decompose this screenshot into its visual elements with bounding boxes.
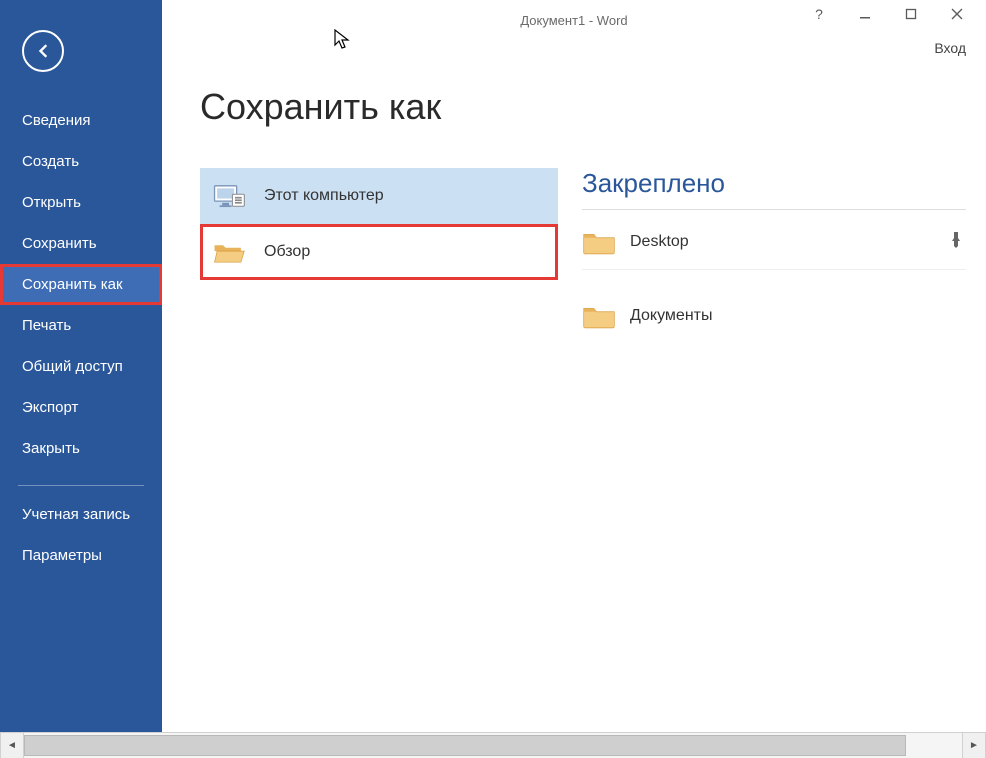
location-label: Обзор [264,243,310,261]
nav-item-save[interactable]: Сохранить [0,223,162,264]
backstage-sidebar: Сведения Создать Открыть Сохранить Сохра… [0,0,162,732]
nav-item-options[interactable]: Параметры [0,535,162,576]
back-button[interactable] [22,30,64,72]
folder-row-desktop[interactable]: Desktop [582,214,966,270]
title-bar: Документ1 - Word ? [162,0,986,40]
folder-label: Документы [630,307,936,325]
scroll-track[interactable] [24,733,962,758]
location-this-pc[interactable]: Этот компьютер [200,168,558,224]
pin-icon[interactable] [950,232,966,251]
nav-item-share[interactable]: Общий доступ [0,346,162,387]
maximize-icon [905,8,917,20]
locations-column: Этот компьютер Обзор [200,168,558,280]
nav-footer-list: Учетная запись Параметры [0,494,162,576]
folder-open-icon [212,238,246,266]
signin-link[interactable]: Вход [934,40,966,56]
minimize-button[interactable] [842,0,888,28]
pc-icon [212,182,246,210]
scroll-right-button[interactable]: ► [962,733,986,758]
location-browse[interactable]: Обзор [200,224,558,280]
arrow-left-icon [33,41,53,61]
section-header-pinned: Закреплено [582,168,966,210]
nav-list: Сведения Создать Открыть Сохранить Сохра… [0,100,162,469]
nav-item-new[interactable]: Создать [0,141,162,182]
nav-item-info[interactable]: Сведения [0,100,162,141]
nav-item-save-as[interactable]: Сохранить как [0,264,162,305]
backstage-main: Документ1 - Word ? Вход Сохранить как [162,0,986,732]
window-controls: ? [796,0,980,28]
folder-row-documents[interactable]: Документы [582,288,966,344]
window-title: Документ1 - Word [520,13,627,28]
minimize-icon [859,8,871,20]
horizontal-scrollbar[interactable]: ◄ ► [0,732,986,758]
help-button[interactable]: ? [796,0,842,28]
nav-item-export[interactable]: Экспорт [0,387,162,428]
scroll-left-button[interactable]: ◄ [0,733,24,758]
nav-item-close[interactable]: Закрыть [0,428,162,469]
folder-icon [582,302,616,330]
scroll-thumb[interactable] [24,735,906,756]
folder-label: Desktop [630,233,936,251]
page-title: Сохранить как [200,86,986,128]
nav-item-account[interactable]: Учетная запись [0,494,162,535]
folder-icon [582,228,616,256]
nav-divider [18,485,144,486]
nav-item-print[interactable]: Печать [0,305,162,346]
maximize-button[interactable] [888,0,934,28]
nav-item-open[interactable]: Открыть [0,182,162,223]
pinned-column: Закреплено Desktop [582,168,986,344]
close-button[interactable] [934,0,980,28]
location-label: Этот компьютер [264,187,384,205]
close-icon [951,8,963,20]
